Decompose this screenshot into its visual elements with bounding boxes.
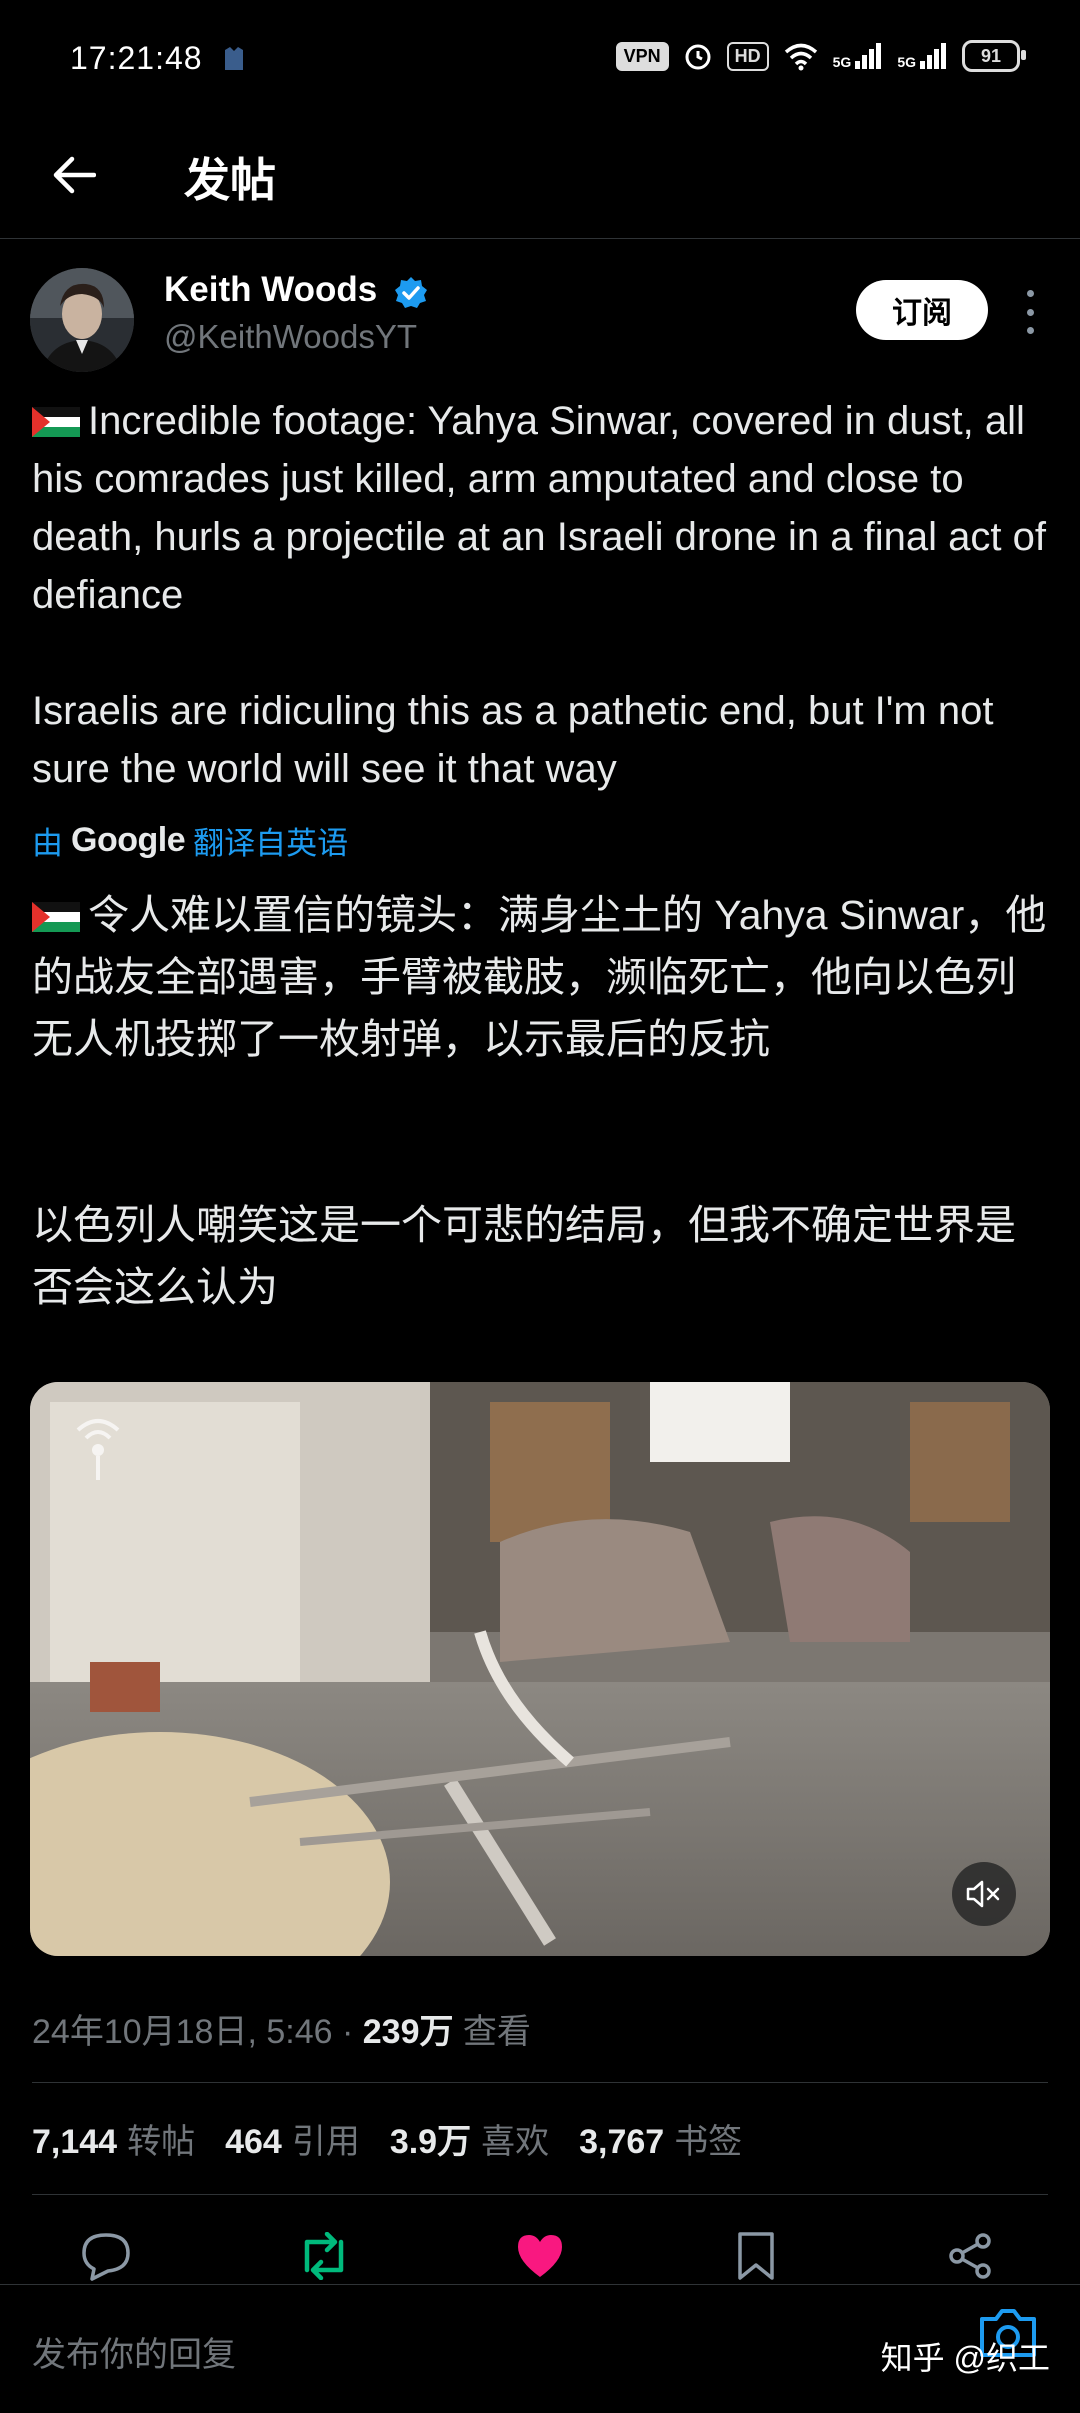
author-handle[interactable]: @KeithWoodsYT [164, 318, 417, 356]
tweet-translated-p1: 令人难以置信的镜头：满身尘土的 Yahya Sinwar，他的战友全部遇害，手臂… [32, 892, 1047, 1062]
palestine-flag-icon [32, 902, 80, 932]
stat-likes[interactable]: 3.9万 喜欢 [390, 2114, 549, 2163]
engagement-stats: 7,144 转帖 464 引用 3.9万 喜欢 3,767 书签 [32, 2114, 742, 2163]
bookmark-icon [738, 2232, 774, 2280]
translate-suffix: 翻译自英语 [193, 826, 349, 861]
stat-reposts[interactable]: 7,144 转帖 [32, 2114, 195, 2163]
stat-quotes[interactable]: 464 引用 [225, 2114, 360, 2163]
arrow-left-icon [53, 156, 96, 194]
share-icon [949, 2233, 991, 2279]
post-date: 24年10月18日, 5:46 · [32, 2013, 363, 2051]
google-logo: Google [71, 821, 186, 859]
battery-icon: 91 [962, 40, 1026, 72]
subscribe-button[interactable]: 订阅 [856, 280, 988, 340]
avatar-image [30, 268, 134, 372]
translate-prefix: 由 [32, 826, 63, 861]
signal-icon-2: 5G [897, 43, 948, 69]
reply-input[interactable]: 发布你的回复 [32, 2327, 236, 2376]
views-count[interactable]: 239万 [363, 2013, 454, 2051]
share-button[interactable] [938, 2224, 1002, 2288]
wifi-icon [784, 43, 817, 71]
tweet-original-p1: Incredible footage: Yahya Sinwar, covere… [32, 399, 1058, 617]
tweet-translated-text: 令人难以置信的镜头：满身尘土的 Yahya Sinwar，他的战友全部遇害，手臂… [32, 884, 1052, 1070]
like-button[interactable] [508, 2224, 572, 2288]
translation-attribution[interactable]: 由 Google 翻译自英语 [32, 818, 348, 863]
status-time: 17:21:48 [70, 40, 203, 76]
reply-icon [82, 2233, 130, 2281]
signal-icon-1: 5G [833, 43, 884, 69]
tweet-original-text: Incredible footage: Yahya Sinwar, covere… [32, 392, 1052, 624]
mute-button[interactable] [952, 1862, 1016, 1926]
views-label: 查看 [453, 2013, 531, 2051]
tweet-translated-p2: 以色列人嘲笑这是一个可悲的结局，但我不确定世界是否会这么认为 [32, 1202, 1016, 1310]
repost-button[interactable] [292, 2224, 356, 2288]
avatar[interactable] [30, 268, 134, 372]
bookmark-button[interactable] [724, 2224, 788, 2288]
alarm-icon [685, 44, 711, 70]
app-notification-icon [225, 47, 243, 70]
stat-bookmarks[interactable]: 3,767 书签 [579, 2114, 742, 2163]
hd-badge: HD [726, 41, 769, 71]
more-options-icon[interactable] [1010, 290, 1050, 334]
status-icons: VPN HD 5G 5G 91 [615, 40, 1026, 72]
author-name[interactable]: Keith Woods [164, 270, 377, 310]
post-meta: 24年10月18日, 5:46 · 239万 查看 [32, 2004, 531, 2053]
palestine-flag-icon [32, 407, 80, 437]
page-title: 发帖 [184, 154, 276, 206]
zhihu-watermark: 知乎 @织工 [880, 2340, 1050, 2376]
back-button[interactable] [46, 147, 102, 203]
status-bar: 17:21:48 VPN HD 5G 5G 91 [0, 0, 1080, 120]
speaker-muted-icon [966, 1880, 1000, 1908]
verified-badge-icon [395, 277, 427, 308]
repost-icon [304, 2232, 344, 2280]
tweet-video[interactable] [30, 1382, 1050, 1956]
reply-composer: 发布你的回复 知乎 @织工 [0, 2284, 1080, 2413]
vpn-badge: VPN [615, 41, 669, 71]
video-frame [30, 1382, 1050, 1956]
divider [32, 2194, 1048, 2195]
tweet-original-p2: Israelis are ridiculing this as a pathet… [32, 689, 1005, 791]
divider [32, 2082, 1048, 2083]
heart-icon [518, 2235, 562, 2277]
reply-button[interactable] [74, 2224, 138, 2288]
top-nav: 发帖 [0, 120, 1080, 239]
